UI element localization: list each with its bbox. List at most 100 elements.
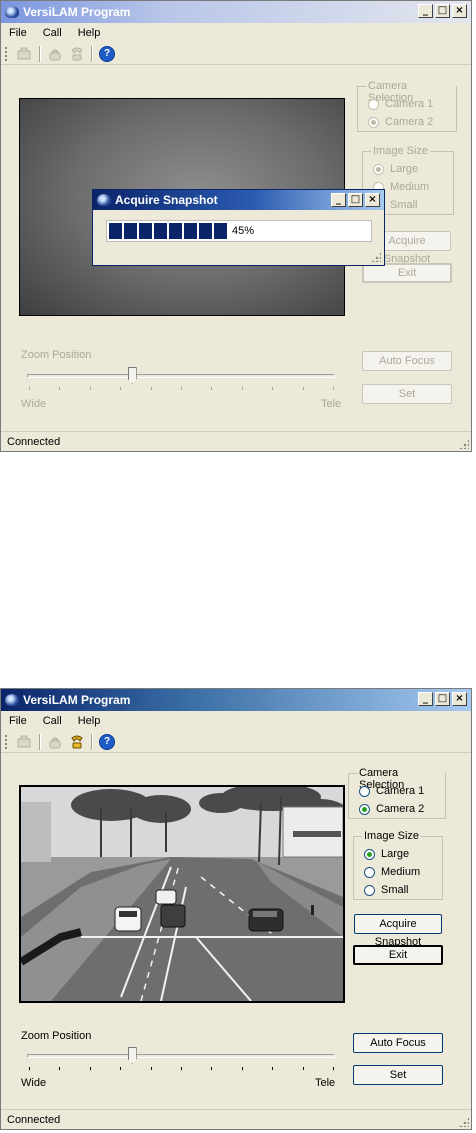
zoom-tick <box>241 387 243 390</box>
dialog-title-bar[interactable]: Acquire Snapshot _ □ × <box>93 190 384 210</box>
dialog-maximize-button[interactable]: □ <box>348 193 363 207</box>
zoom-slider-track[interactable] <box>27 1054 335 1058</box>
dialog-title: Acquire Snapshot <box>115 193 218 207</box>
dialog-minimize-button[interactable]: _ <box>331 193 346 207</box>
dialog-resize-grip[interactable] <box>371 252 381 262</box>
zoom-tick <box>211 387 213 390</box>
radio-button[interactable] <box>359 785 370 797</box>
toolbar-separator <box>39 733 41 750</box>
camera-icon[interactable] <box>17 46 33 62</box>
camera-1-label: Camera 1 <box>376 785 425 797</box>
status-text: Connected <box>7 1114 61 1126</box>
camera-1-label: Camera 1 <box>385 98 434 110</box>
help-icon[interactable]: ? <box>99 733 115 750</box>
toolbar: ? <box>1 731 471 753</box>
zoom-tick <box>59 387 61 390</box>
radio-button-checked[interactable] <box>359 803 370 815</box>
auto-focus-button[interactable]: Auto Focus <box>362 351 452 371</box>
title-bar[interactable]: VersiLAM Program _ □ × <box>1 689 471 711</box>
size-small-radio[interactable]: Small <box>364 884 409 896</box>
zoom-tick <box>302 1067 304 1070</box>
zoom-tick <box>29 1067 30 1070</box>
auto-focus-button[interactable]: Auto Focus <box>353 1033 443 1053</box>
maximize-button[interactable]: □ <box>435 4 450 18</box>
hangup-icon[interactable] <box>69 734 85 750</box>
app-logo-icon <box>5 694 19 706</box>
menu-bar: File Call Help <box>1 711 471 731</box>
size-large-radio[interactable]: Large <box>373 163 418 175</box>
zoom-tick <box>150 387 152 390</box>
minimize-button[interactable]: _ <box>418 4 433 18</box>
maximize-button[interactable]: □ <box>435 692 450 706</box>
camera-2-radio[interactable]: Camera 2 <box>368 116 433 128</box>
zoom-tick <box>272 387 274 390</box>
radio-button[interactable] <box>364 866 375 878</box>
main-window-idle: VersiLAM Program _ □ × File Call Help ? <box>0 688 472 1130</box>
zoom-slider-thumb[interactable] <box>127 367 137 384</box>
toolbar-separator <box>39 45 41 62</box>
acquire-snapshot-button[interactable]: Acquire Snapshot <box>354 914 442 948</box>
image-size-legend: Image Size <box>362 830 422 842</box>
menu-bar: File Call Help <box>1 23 471 43</box>
menu-call[interactable]: Call <box>35 27 70 39</box>
close-button[interactable]: × <box>452 692 467 706</box>
dialog-close-button[interactable]: × <box>365 193 380 207</box>
menu-help[interactable]: Help <box>70 27 109 39</box>
size-medium-radio[interactable]: Medium <box>364 866 420 878</box>
zoom-tick <box>59 1067 61 1070</box>
minimize-button[interactable]: _ <box>418 692 433 706</box>
progress-block <box>199 223 212 239</box>
zoom-tick <box>241 1067 243 1070</box>
toolbar: ? <box>1 43 471 65</box>
menu-file[interactable]: File <box>1 27 35 39</box>
zoom-position-label: Zoom Position <box>21 1030 92 1042</box>
radio-button-checked[interactable] <box>368 116 379 128</box>
snapshot-progress-bar: 45% <box>106 220 372 242</box>
street-scene-image <box>21 787 343 1001</box>
set-button[interactable]: Set <box>362 384 452 404</box>
hangup-icon[interactable] <box>69 46 85 62</box>
progress-percent: 45% <box>231 225 256 237</box>
progress-block <box>109 223 122 239</box>
menu-help[interactable]: Help <box>70 715 109 727</box>
zoom-wide-label: Wide <box>21 1077 47 1089</box>
phone-icon[interactable] <box>47 46 63 62</box>
title-bar[interactable]: VersiLAM Program _ □ × <box>1 1 471 23</box>
main-window-busy: VersiLAM Program _ □ × File Call Help ? … <box>0 0 472 452</box>
radio-button-checked[interactable] <box>364 848 375 860</box>
zoom-slider-thumb[interactable] <box>127 1047 137 1064</box>
acquire-snapshot-dialog: Acquire Snapshot _ □ × 45% <box>92 189 385 266</box>
camera-2-label: Camera 2 <box>376 803 425 815</box>
toolbar-grip[interactable] <box>5 46 10 61</box>
status-text: Connected <box>7 436 61 448</box>
progress-block <box>214 223 227 239</box>
help-icon[interactable]: ? <box>99 45 115 62</box>
radio-button-checked[interactable] <box>373 163 384 175</box>
menu-file[interactable]: File <box>1 715 35 727</box>
exit-button[interactable]: Exit <box>362 263 452 283</box>
phone-icon[interactable] <box>47 734 63 750</box>
zoom-tick <box>302 387 304 390</box>
camera-2-label: Camera 2 <box>385 116 434 128</box>
close-button[interactable]: × <box>452 4 467 18</box>
resize-grip[interactable] <box>459 1117 469 1127</box>
set-button[interactable]: Set <box>353 1065 443 1085</box>
resize-grip[interactable] <box>459 439 469 449</box>
radio-button[interactable] <box>368 98 379 110</box>
radio-button[interactable] <box>364 884 375 896</box>
camera-icon[interactable] <box>17 734 33 750</box>
zoom-tele-label: Tele <box>321 398 342 410</box>
camera-1-radio[interactable]: Camera 1 <box>368 98 433 110</box>
camera-selection-group: Camera Selection Camera 1 Camera 2 <box>357 80 457 132</box>
camera-1-radio[interactable]: Camera 1 <box>359 785 424 797</box>
toolbar-grip[interactable] <box>5 734 10 749</box>
size-small-label: Small <box>381 884 409 896</box>
size-large-radio[interactable]: Large <box>364 848 409 860</box>
zoom-tick <box>89 1067 91 1070</box>
progress-block <box>169 223 182 239</box>
exit-button[interactable]: Exit <box>353 945 443 965</box>
progress-block <box>154 223 167 239</box>
camera-2-radio[interactable]: Camera 2 <box>359 803 424 815</box>
menu-call[interactable]: Call <box>35 715 70 727</box>
zoom-slider-track[interactable] <box>27 374 335 378</box>
